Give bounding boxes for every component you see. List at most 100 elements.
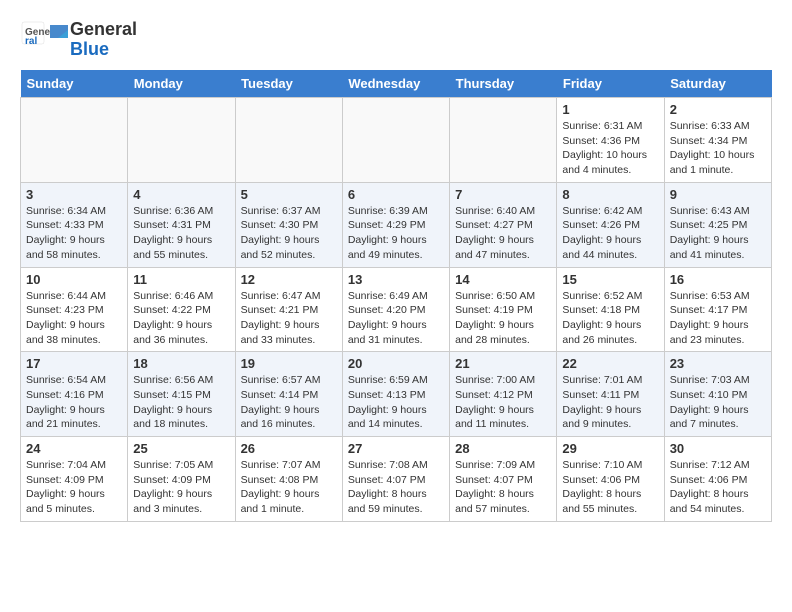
day-number: 20 [348,356,444,371]
day-number: 14 [455,272,551,287]
day-cell: 18 Sunrise: 6:56 AM Sunset: 4:15 PM Dayli… [128,352,235,437]
day-cell: 15 Sunrise: 6:52 AM Sunset: 4:18 PM Dayli… [557,267,664,352]
day-number: 30 [670,441,766,456]
day-cell: 10 Sunrise: 6:44 AM Sunset: 4:23 PM Dayli… [21,267,128,352]
day-info: Sunrise: 6:37 AM Sunset: 4:30 PM Dayligh… [241,204,337,263]
day-info: Sunrise: 7:07 AM Sunset: 4:08 PM Dayligh… [241,458,337,517]
day-number: 6 [348,187,444,202]
day-number: 27 [348,441,444,456]
day-cell [21,98,128,183]
day-info: Sunrise: 6:54 AM Sunset: 4:16 PM Dayligh… [26,373,122,432]
day-info: Sunrise: 7:04 AM Sunset: 4:09 PM Dayligh… [26,458,122,517]
day-number: 10 [26,272,122,287]
day-info: Sunrise: 6:31 AM Sunset: 4:36 PM Dayligh… [562,119,658,178]
day-cell: 8 Sunrise: 6:42 AM Sunset: 4:26 PM Daylig… [557,182,664,267]
day-number: 3 [26,187,122,202]
day-number: 22 [562,356,658,371]
day-info: Sunrise: 7:00 AM Sunset: 4:12 PM Dayligh… [455,373,551,432]
day-info: Sunrise: 6:59 AM Sunset: 4:13 PM Dayligh… [348,373,444,432]
day-cell: 25 Sunrise: 7:05 AM Sunset: 4:09 PM Dayli… [128,437,235,522]
day-number: 4 [133,187,229,202]
day-number: 11 [133,272,229,287]
day-number: 16 [670,272,766,287]
day-cell: 20 Sunrise: 6:59 AM Sunset: 4:13 PM Dayli… [342,352,449,437]
day-info: Sunrise: 6:44 AM Sunset: 4:23 PM Dayligh… [26,289,122,348]
logo-general: General [70,20,137,40]
calendar-body: 1 Sunrise: 6:31 AM Sunset: 4:36 PM Daylig… [21,98,772,522]
day-info: Sunrise: 6:42 AM Sunset: 4:26 PM Dayligh… [562,204,658,263]
day-info: Sunrise: 6:39 AM Sunset: 4:29 PM Dayligh… [348,204,444,263]
day-number: 17 [26,356,122,371]
day-info: Sunrise: 6:46 AM Sunset: 4:22 PM Dayligh… [133,289,229,348]
day-cell: 1 Sunrise: 6:31 AM Sunset: 4:36 PM Daylig… [557,98,664,183]
day-info: Sunrise: 6:52 AM Sunset: 4:18 PM Dayligh… [562,289,658,348]
week-row-1: 1 Sunrise: 6:31 AM Sunset: 4:36 PM Daylig… [21,98,772,183]
col-header-tuesday: Tuesday [235,70,342,98]
day-number: 7 [455,187,551,202]
day-cell: 11 Sunrise: 6:46 AM Sunset: 4:22 PM Dayli… [128,267,235,352]
day-cell: 27 Sunrise: 7:08 AM Sunset: 4:07 PM Dayli… [342,437,449,522]
day-info: Sunrise: 7:12 AM Sunset: 4:06 PM Dayligh… [670,458,766,517]
day-number: 19 [241,356,337,371]
week-row-4: 17 Sunrise: 6:54 AM Sunset: 4:16 PM Dayli… [21,352,772,437]
day-number: 9 [670,187,766,202]
day-cell: 3Sunrise: 6:34 AM Sunset: 4:33 PM Daylig… [21,182,128,267]
day-number: 18 [133,356,229,371]
day-cell [342,98,449,183]
day-number: 5 [241,187,337,202]
week-row-5: 24Sunrise: 7:04 AM Sunset: 4:09 PM Dayli… [21,437,772,522]
calendar-table: SundayMondayTuesdayWednesdayThursdayFrid… [20,70,772,522]
day-cell: 4 Sunrise: 6:36 AM Sunset: 4:31 PM Daylig… [128,182,235,267]
day-info: Sunrise: 6:36 AM Sunset: 4:31 PM Dayligh… [133,204,229,263]
day-info: Sunrise: 7:01 AM Sunset: 4:11 PM Dayligh… [562,373,658,432]
day-number: 13 [348,272,444,287]
day-info: Sunrise: 6:53 AM Sunset: 4:17 PM Dayligh… [670,289,766,348]
day-cell: 19 Sunrise: 6:57 AM Sunset: 4:14 PM Dayli… [235,352,342,437]
day-cell [235,98,342,183]
day-cell: 14 Sunrise: 6:50 AM Sunset: 4:19 PM Dayli… [450,267,557,352]
day-cell: 7 Sunrise: 6:40 AM Sunset: 4:27 PM Daylig… [450,182,557,267]
day-cell: 5 Sunrise: 6:37 AM Sunset: 4:30 PM Daylig… [235,182,342,267]
day-info: Sunrise: 6:50 AM Sunset: 4:19 PM Dayligh… [455,289,551,348]
day-cell: 28 Sunrise: 7:09 AM Sunset: 4:07 PM Dayli… [450,437,557,522]
day-number: 29 [562,441,658,456]
day-info: Sunrise: 6:40 AM Sunset: 4:27 PM Dayligh… [455,204,551,263]
day-cell: 29 Sunrise: 7:10 AM Sunset: 4:06 PM Dayli… [557,437,664,522]
day-info: Sunrise: 6:47 AM Sunset: 4:21 PM Dayligh… [241,289,337,348]
day-cell: 30 Sunrise: 7:12 AM Sunset: 4:06 PM Dayli… [664,437,771,522]
col-header-monday: Monday [128,70,235,98]
day-cell: 6 Sunrise: 6:39 AM Sunset: 4:29 PM Daylig… [342,182,449,267]
day-number: 2 [670,102,766,117]
day-number: 15 [562,272,658,287]
logo-svg: Gene ral [20,20,70,60]
day-number: 26 [241,441,337,456]
day-number: 1 [562,102,658,117]
col-header-saturday: Saturday [664,70,771,98]
day-info: Sunrise: 7:09 AM Sunset: 4:07 PM Dayligh… [455,458,551,517]
week-row-3: 10 Sunrise: 6:44 AM Sunset: 4:23 PM Dayli… [21,267,772,352]
day-cell: 16 Sunrise: 6:53 AM Sunset: 4:17 PM Dayli… [664,267,771,352]
day-cell [450,98,557,183]
day-cell: 2Sunrise: 6:33 AM Sunset: 4:34 PM Daylig… [664,98,771,183]
day-number: 12 [241,272,337,287]
svg-text:ral: ral [25,36,37,47]
day-number: 25 [133,441,229,456]
day-cell: 23Sunrise: 7:03 AM Sunset: 4:10 PM Dayli… [664,352,771,437]
day-number: 8 [562,187,658,202]
day-info: Sunrise: 7:08 AM Sunset: 4:07 PM Dayligh… [348,458,444,517]
logo: Gene ral General Blue [20,20,137,60]
day-info: Sunrise: 6:57 AM Sunset: 4:14 PM Dayligh… [241,373,337,432]
day-cell: 21Sunrise: 7:00 AM Sunset: 4:12 PM Dayli… [450,352,557,437]
day-cell: 13 Sunrise: 6:49 AM Sunset: 4:20 PM Dayli… [342,267,449,352]
day-cell: 17 Sunrise: 6:54 AM Sunset: 4:16 PM Dayli… [21,352,128,437]
day-info: Sunrise: 6:49 AM Sunset: 4:20 PM Dayligh… [348,289,444,348]
day-cell: 24Sunrise: 7:04 AM Sunset: 4:09 PM Dayli… [21,437,128,522]
week-row-2: 3Sunrise: 6:34 AM Sunset: 4:33 PM Daylig… [21,182,772,267]
day-info: Sunrise: 7:05 AM Sunset: 4:09 PM Dayligh… [133,458,229,517]
day-cell: 26 Sunrise: 7:07 AM Sunset: 4:08 PM Dayli… [235,437,342,522]
page-header: Gene ral General Blue [20,20,772,60]
logo-blue: Blue [70,40,137,60]
day-info: Sunrise: 6:56 AM Sunset: 4:15 PM Dayligh… [133,373,229,432]
day-number: 28 [455,441,551,456]
day-info: Sunrise: 7:10 AM Sunset: 4:06 PM Dayligh… [562,458,658,517]
